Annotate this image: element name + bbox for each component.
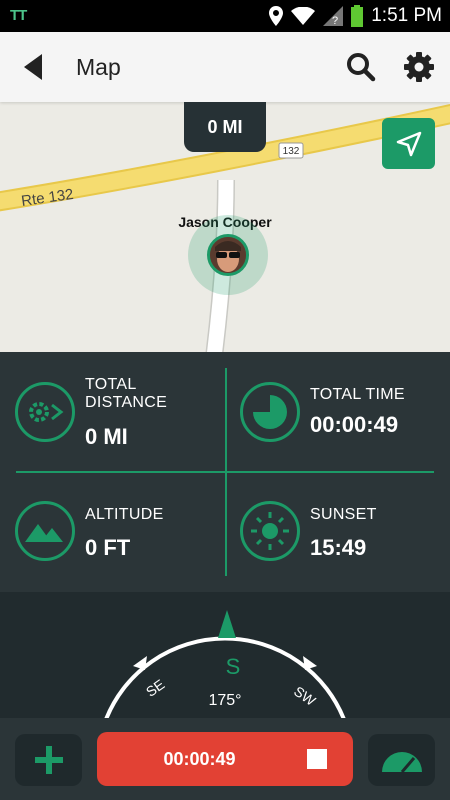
location-icon bbox=[269, 6, 284, 26]
distance-icon bbox=[15, 382, 75, 442]
battery-icon bbox=[351, 5, 364, 27]
mountain-icon bbox=[15, 501, 75, 561]
road-shield: 132 bbox=[283, 146, 300, 157]
add-button[interactable] bbox=[15, 734, 82, 786]
app-bar: Map bbox=[0, 32, 450, 102]
settings-button[interactable] bbox=[402, 50, 436, 84]
stop-icon bbox=[307, 749, 327, 769]
avatar[interactable] bbox=[207, 234, 249, 276]
search-icon bbox=[347, 53, 376, 82]
label-line: TOTAL bbox=[85, 376, 137, 393]
plus-icon bbox=[34, 746, 63, 774]
compass-dial: S 175° SE SW bbox=[104, 610, 346, 718]
compass-right-direction: SW bbox=[291, 683, 319, 709]
altitude-value: 0 FT bbox=[85, 535, 131, 560]
clock: 1:51 PM bbox=[371, 5, 442, 26]
back-button[interactable] bbox=[18, 50, 52, 84]
stats-panel: TOTAL DISTANCE 0 MI TOTAL TIME 00:00:49 … bbox=[0, 352, 450, 592]
sunset-label: SUNSET bbox=[310, 506, 377, 523]
search-button[interactable] bbox=[344, 50, 378, 84]
total-time-stat: TOTAL TIME 00:00:49 bbox=[240, 382, 450, 492]
label-line: DISTANCE bbox=[85, 394, 168, 411]
gear-icon bbox=[404, 52, 434, 82]
wifi-icon bbox=[291, 7, 316, 25]
back-arrow-icon bbox=[24, 54, 42, 80]
compass: S 175° SE SW bbox=[0, 592, 450, 718]
signal-icon: ? bbox=[323, 6, 344, 26]
svg-text:?: ? bbox=[332, 15, 338, 26]
page-title: Map bbox=[76, 54, 121, 80]
compass-heading: S bbox=[226, 654, 241, 679]
navigation-arrow-icon bbox=[396, 131, 421, 156]
compass-degrees: 175° bbox=[208, 692, 241, 709]
avatar-image bbox=[210, 237, 246, 273]
timer-label: 00:00:49 bbox=[163, 749, 236, 769]
recenter-button[interactable] bbox=[382, 118, 435, 169]
total-time-label: TOTAL TIME bbox=[310, 386, 405, 403]
sunset-value: 15:49 bbox=[310, 535, 367, 560]
speedometer-button[interactable] bbox=[368, 734, 435, 786]
total-distance-stat: TOTAL DISTANCE 0 MI bbox=[15, 376, 225, 492]
app-screen: TT ? 1:51 PM Map 132 Rte 132 0 MI Jason … bbox=[0, 0, 450, 800]
notification-icon: TT bbox=[10, 7, 27, 24]
total-distance-value: 0 MI bbox=[85, 424, 128, 449]
bottom-bar: 00:00:49 bbox=[0, 718, 450, 800]
sun-icon bbox=[240, 501, 300, 561]
stop-recording-button[interactable]: 00:00:49 bbox=[97, 732, 353, 786]
status-bar: TT ? 1:51 PM bbox=[0, 0, 450, 32]
compass-left-direction: SE bbox=[143, 676, 167, 700]
total-time-value: 00:00:49 bbox=[310, 412, 399, 437]
altitude-label: ALTITUDE bbox=[85, 506, 164, 523]
speedometer-icon bbox=[381, 752, 422, 773]
distance-tab: 0 MI bbox=[184, 102, 266, 152]
clock-pie-icon bbox=[240, 382, 300, 442]
total-distance-label: TOTAL DISTANCE bbox=[85, 376, 167, 412]
